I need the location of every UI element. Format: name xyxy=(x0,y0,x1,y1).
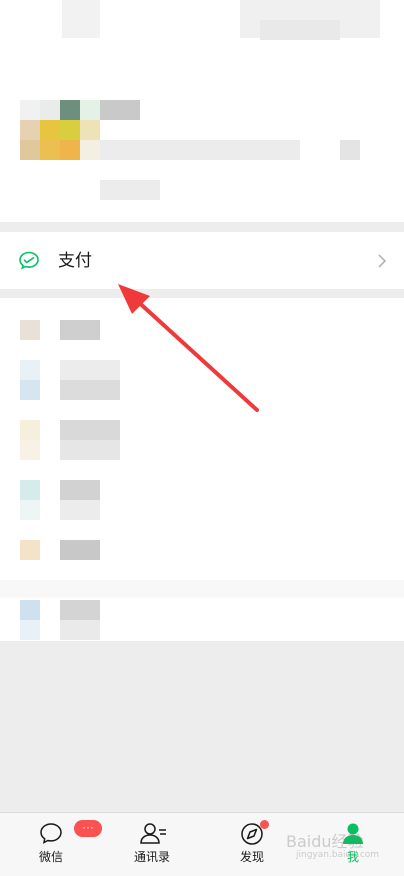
avatar-pixel xyxy=(40,100,60,120)
avatar-pixel xyxy=(80,140,100,160)
list-item[interactable] xyxy=(0,298,404,358)
avatar-pixel xyxy=(60,140,80,160)
blurred-region xyxy=(62,0,100,38)
tab-contacts[interactable]: 通讯录 xyxy=(117,813,187,876)
avatar-pixel xyxy=(40,140,60,160)
wechat-pay-icon xyxy=(19,251,39,270)
pay-entry[interactable]: 支付 xyxy=(0,232,404,289)
chat-bubble-icon xyxy=(40,823,62,844)
pay-label: 支付 xyxy=(58,251,92,270)
tab-label: 发现 xyxy=(239,850,264,864)
discover-notification-dot xyxy=(260,820,269,829)
avatar-pixel xyxy=(80,120,100,140)
avatar-pixel xyxy=(20,120,40,140)
watermark-url: jingyan.baidu.com xyxy=(296,850,380,860)
blurred-status xyxy=(100,180,160,200)
tab-label: 微信 xyxy=(38,850,63,864)
avatar-pixel xyxy=(60,100,80,120)
unread-badge: ··· xyxy=(74,820,102,837)
avatar-pixel xyxy=(80,100,100,120)
blurred-region xyxy=(260,20,340,40)
blurred-region xyxy=(340,140,360,160)
watermark: Baidu经验 xyxy=(286,832,364,851)
tab-chats[interactable]: ··· 微信 xyxy=(16,813,102,876)
contacts-icon xyxy=(140,823,166,844)
blurred-id xyxy=(100,140,300,160)
list-item[interactable] xyxy=(0,418,404,478)
tab-discover[interactable]: 发现 xyxy=(217,813,287,876)
list-item[interactable] xyxy=(0,358,404,418)
menu-list xyxy=(0,298,404,641)
blurred-name xyxy=(100,100,140,120)
avatar-pixel xyxy=(20,140,40,160)
profile-header[interactable] xyxy=(0,0,404,222)
avatar-pixel xyxy=(60,120,80,140)
avatar-pixel xyxy=(40,120,60,140)
avatar-pixel xyxy=(20,100,40,120)
chevron-right-icon xyxy=(378,254,387,268)
list-item[interactable] xyxy=(0,580,404,640)
tab-label: 通讯录 xyxy=(133,850,170,864)
list-item[interactable] xyxy=(0,478,404,538)
